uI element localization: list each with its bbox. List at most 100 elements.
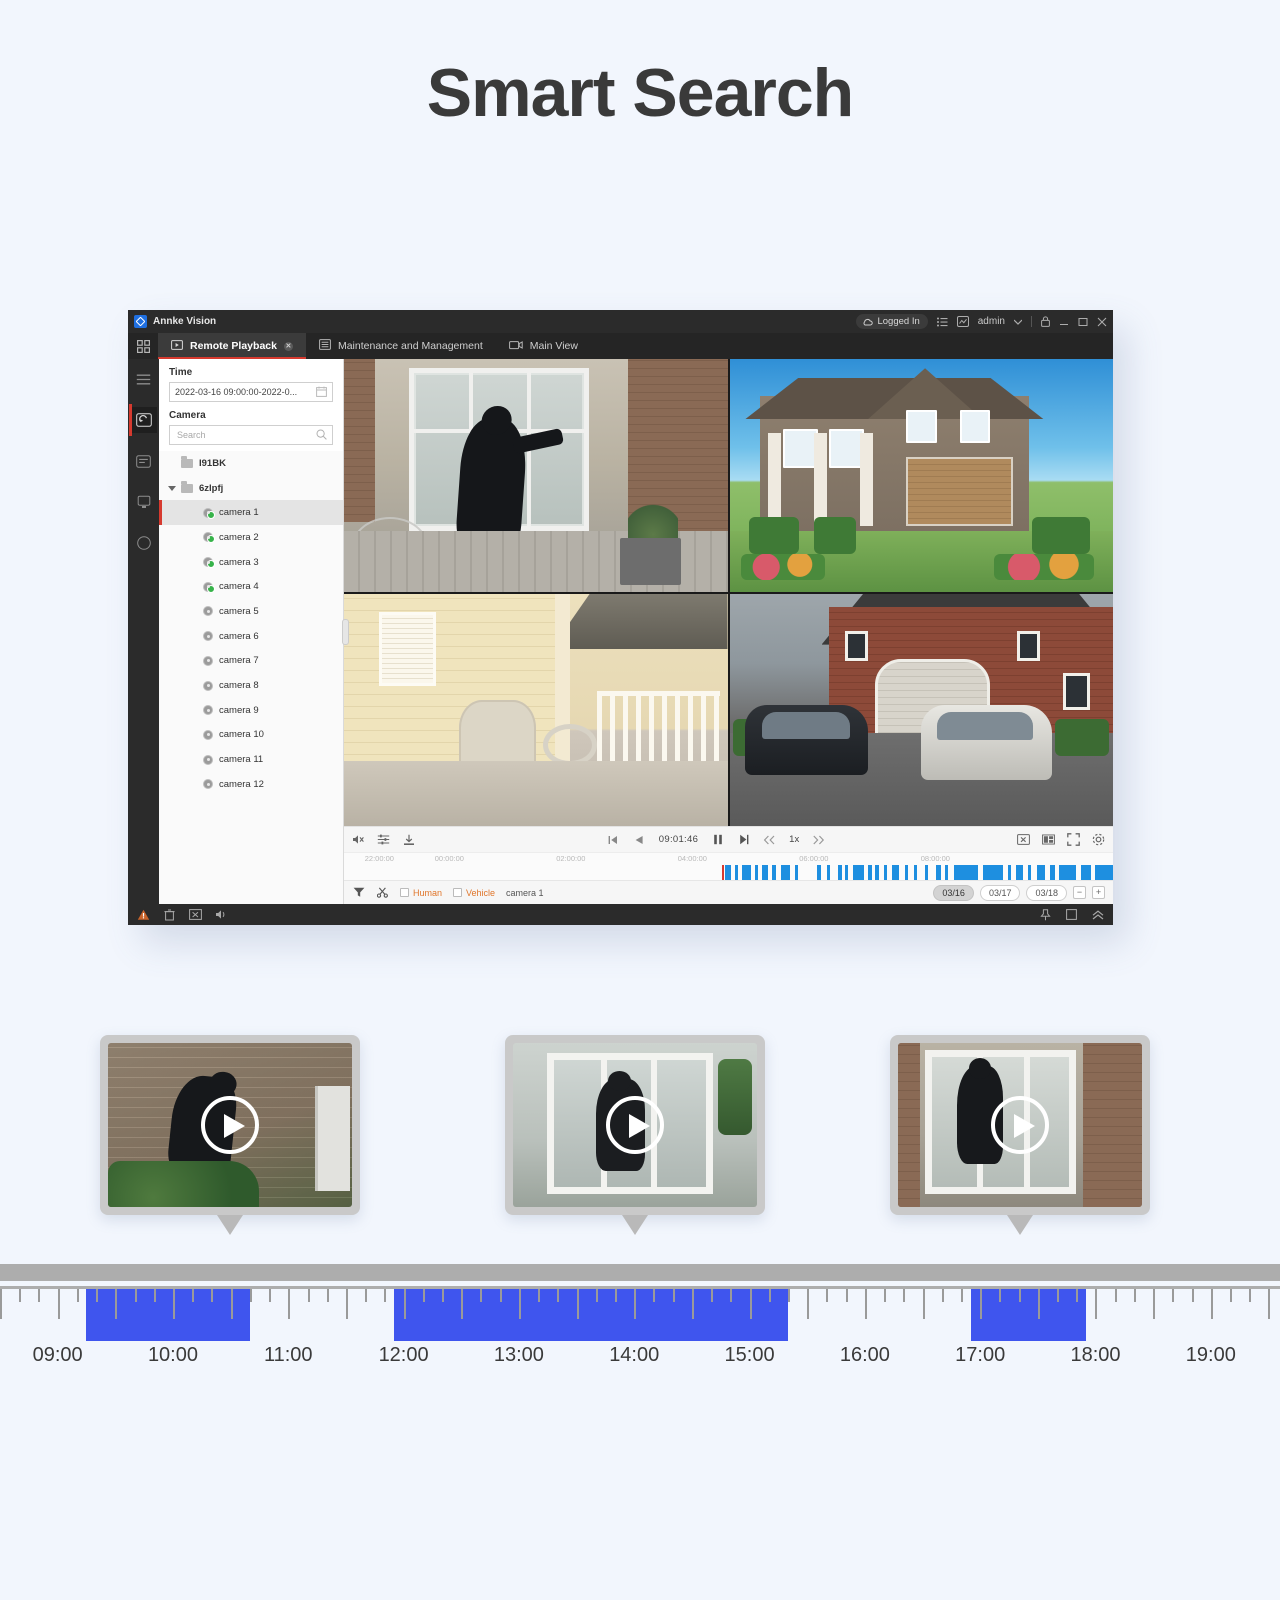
tab-main-view[interactable]: Main View <box>496 333 591 359</box>
layout-icon[interactable] <box>1042 833 1055 846</box>
tree-label: camera 5 <box>219 605 259 617</box>
tree-camera-1[interactable]: camera 1 <box>159 500 343 526</box>
tree-camera-4[interactable]: camera 4 <box>159 574 343 599</box>
playback-speed[interactable]: 1x <box>789 834 799 845</box>
tree-camera-3[interactable]: camera 3 <box>159 550 343 575</box>
screenshot-icon[interactable] <box>189 908 202 921</box>
step-back-icon[interactable] <box>633 833 646 846</box>
minimize-icon[interactable] <box>1059 317 1069 327</box>
rail-item-playback[interactable] <box>128 404 157 436</box>
ruler-tick <box>903 1289 906 1302</box>
fast-forward-icon[interactable] <box>812 833 825 846</box>
rewind-icon[interactable] <box>763 833 776 846</box>
player-right-controls <box>1017 833 1105 846</box>
user-name[interactable]: admin <box>978 316 1005 327</box>
human-checkbox[interactable] <box>400 888 409 897</box>
mute-icon[interactable] <box>215 908 228 921</box>
tree-camera-7[interactable]: camera 7 <box>159 649 343 674</box>
adjust-icon[interactable] <box>377 833 390 846</box>
filter-icon[interactable] <box>352 886 365 899</box>
time-range-field[interactable]: 2022-03-16 09:00:00-2022-0... <box>169 382 333 402</box>
lock-icon[interactable] <box>1041 316 1050 327</box>
maximize-icon[interactable] <box>1078 317 1088 327</box>
tree-camera-11[interactable]: camera 11 <box>159 747 343 772</box>
alarm-icon[interactable] <box>137 908 150 921</box>
caret-down-icon[interactable] <box>168 485 176 491</box>
play-icon[interactable] <box>606 1096 664 1154</box>
camera-search-field[interactable] <box>169 425 333 445</box>
camera-icon <box>203 557 215 569</box>
folder-icon <box>181 481 193 493</box>
tree-camera-12[interactable]: camera 12 <box>159 772 343 797</box>
clip-thumbnail-3[interactable] <box>890 1035 1150 1235</box>
tree-camera-5[interactable]: camera 5 <box>159 599 343 624</box>
ruler-scroll-bar[interactable] <box>0 1264 1280 1281</box>
vehicle-checkbox[interactable] <box>453 888 463 897</box>
download-icon[interactable] <box>402 833 415 846</box>
tab-maintenance-management[interactable]: Maintenance and Management <box>306 333 496 359</box>
date-tab-0316[interactable]: 03/16 <box>933 884 974 901</box>
ruler-tick <box>960 1289 963 1302</box>
play-icon[interactable] <box>201 1096 259 1154</box>
rail-item-device[interactable] <box>131 489 157 515</box>
play-icon[interactable] <box>991 1096 1049 1154</box>
event-timeline-chart[interactable]: 09:00 10:00 11:00 12:00 13:00 14:00 15:00 16:00… <box>0 1264 1280 1384</box>
tree-camera-10[interactable]: camera 10 <box>159 723 343 748</box>
trash-icon[interactable] <box>163 908 176 921</box>
filter-vehicle[interactable]: Vehicle <box>453 888 495 898</box>
list-icon[interactable] <box>936 317 948 327</box>
tree-folder-i91bk[interactable]: I91BK <box>159 451 343 476</box>
tree-camera-6[interactable]: camera 6 <box>159 624 343 649</box>
calendar-icon[interactable] <box>316 386 327 399</box>
close-icon[interactable] <box>1097 317 1107 327</box>
tree-camera-8[interactable]: camera 8 <box>159 673 343 698</box>
clip-thumbnail-1[interactable] <box>100 1035 360 1235</box>
mute-icon[interactable] <box>352 833 365 846</box>
timeline-track[interactable] <box>344 865 1113 880</box>
collapse-icon[interactable] <box>1091 908 1104 921</box>
chart-icon[interactable] <box>956 316 969 327</box>
ruler-tick <box>192 1289 195 1302</box>
timeline-zoom-in-button[interactable]: + <box>1092 886 1105 899</box>
logged-in-status[interactable]: Logged In <box>856 314 928 329</box>
prev-frame-icon[interactable] <box>607 833 620 846</box>
video-cell-3[interactable] <box>344 593 728 826</box>
recording-timeline[interactable]: 22:00:00 00:00:00 02:00:00 04:00:00 06:0… <box>344 852 1113 880</box>
date-tab-0318[interactable]: 03/18 <box>1026 884 1067 901</box>
tree-camera-9[interactable]: camera 9 <box>159 698 343 723</box>
filter-human[interactable]: Human <box>400 888 442 898</box>
video-cell-2[interactable] <box>729 359 1113 592</box>
play-frame-icon[interactable] <box>737 833 750 846</box>
snapshot-icon[interactable] <box>1017 833 1030 846</box>
search-input[interactable] <box>175 429 316 441</box>
hour-label: 14:00 <box>609 1344 660 1366</box>
rail-item-event[interactable] <box>131 448 157 474</box>
window-icon[interactable] <box>1065 908 1078 921</box>
app-window: Annke Vision Logged In admin Remote Play… <box>128 310 1113 925</box>
grid-menu-button[interactable] <box>128 333 158 359</box>
settings-icon[interactable] <box>1092 833 1105 846</box>
chevron-down-icon[interactable] <box>1014 319 1022 325</box>
fullscreen-icon[interactable] <box>1067 833 1080 846</box>
tree-camera-2[interactable]: camera 2 <box>159 525 343 550</box>
pin-icon[interactable] <box>1039 908 1052 921</box>
ruler-tick <box>999 1289 1002 1302</box>
search-icon[interactable] <box>316 429 327 442</box>
clip-thumbnail-2[interactable] <box>505 1035 765 1235</box>
timeline-playhead[interactable] <box>722 865 724 880</box>
tab-remote-playback[interactable]: Remote Playback ✕ <box>158 333 306 359</box>
tree-folder-6zlpfj[interactable]: 6zlpfj <box>159 476 343 501</box>
video-cell-4[interactable] <box>729 593 1113 826</box>
panel-resize-handle[interactable] <box>342 618 349 645</box>
scissors-icon[interactable] <box>376 886 389 899</box>
ruler-tick <box>1018 1289 1021 1302</box>
video-cell-1[interactable] <box>344 359 728 592</box>
timeline-zoom-out-button[interactable]: − <box>1073 886 1086 899</box>
pause-icon[interactable] <box>711 833 724 846</box>
timeline-tick: 22:00:00 <box>364 854 394 863</box>
date-tab-0317[interactable]: 03/17 <box>979 884 1021 901</box>
tab-close-icon[interactable]: ✕ <box>283 341 293 351</box>
rail-item-menu[interactable] <box>131 366 157 392</box>
rail-item-account[interactable] <box>131 530 157 556</box>
tree-label: camera 12 <box>219 778 264 790</box>
